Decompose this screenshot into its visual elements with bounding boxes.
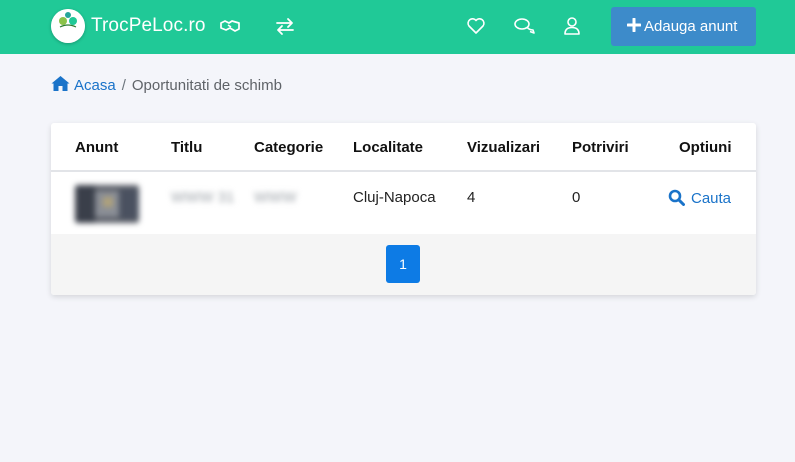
header-views: Vizualizari [467, 139, 541, 156]
heart-icon[interactable] [465, 15, 487, 37]
header-title: Titlu [171, 139, 203, 156]
breadcrumb-home-link[interactable]: Acasa [74, 77, 116, 94]
header-location: Localitate [353, 139, 424, 156]
opportunities-card: Anunt Titlu Categorie Localitate Vizuali… [51, 123, 756, 295]
user-icon[interactable] [561, 15, 583, 37]
add-listing-button[interactable]: Adauga anunt [611, 7, 756, 46]
table-header: Anunt Titlu Categorie Localitate Vizuali… [51, 123, 756, 172]
breadcrumb-current: Oportunitati de schimb [131, 77, 282, 94]
breadcrumb-separator: / [121, 77, 126, 94]
comments-icon[interactable] [513, 15, 535, 37]
header-matches: Potriviri [572, 139, 629, 156]
handshake-icon[interactable] [219, 15, 241, 37]
logo-icon [51, 9, 85, 43]
search-icon [668, 189, 685, 206]
pagination-bar: 1 [51, 234, 756, 295]
row-location: Cluj-Napoca [353, 189, 436, 206]
header-ad: Anunt [75, 139, 119, 156]
brand-logo[interactable] [51, 9, 85, 43]
row-title[interactable]: WWW 31 [171, 189, 234, 207]
table-row: WWW 31 WWW Cluj-Napoca 4 0 Cauta [51, 174, 756, 234]
page-1-button[interactable]: 1 [386, 245, 420, 283]
row-category: WWW [254, 189, 297, 206]
search-button[interactable]: Cauta [668, 189, 731, 208]
breadcrumb: Acasa / Oportunitati de schimb [51, 75, 282, 95]
row-views: 4 [467, 189, 476, 206]
search-label: Cauta [691, 190, 732, 207]
top-navbar: TrocPeLoc.ro Adauga anunt [0, 0, 795, 54]
header-category: Categorie [254, 139, 324, 156]
home-icon[interactable] [51, 75, 70, 92]
plus-icon [627, 18, 641, 32]
header-options: Optiuni [679, 139, 732, 156]
add-listing-label: Adauga anunt [644, 18, 738, 35]
brand-name[interactable]: TrocPeLoc.ro [91, 15, 206, 37]
ad-thumbnail[interactable] [75, 185, 139, 223]
row-matches: 0 [572, 189, 581, 206]
exchange-icon[interactable] [274, 15, 296, 37]
